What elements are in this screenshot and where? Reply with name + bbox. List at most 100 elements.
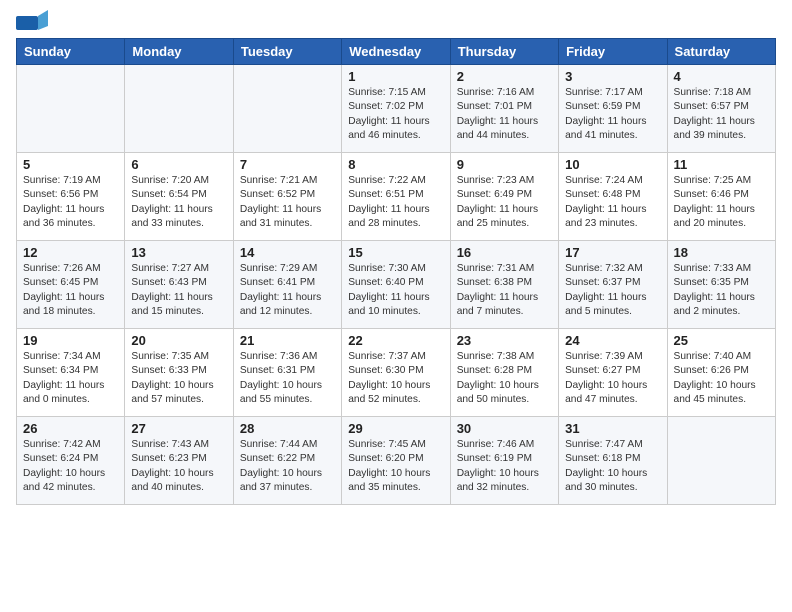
day-info: Sunrise: 7:19 AM Sunset: 6:56 PM Dayligh… xyxy=(23,174,118,231)
day-number: 6 xyxy=(131,157,226,172)
day-info: Sunrise: 7:38 AM Sunset: 6:28 PM Dayligh… xyxy=(457,350,552,407)
day-number: 11 xyxy=(674,157,769,172)
day-info: Sunrise: 7:42 AM Sunset: 6:24 PM Dayligh… xyxy=(23,438,118,495)
day-info: Sunrise: 7:29 AM Sunset: 6:41 PM Dayligh… xyxy=(240,262,335,319)
calendar-cell: 30Sunrise: 7:46 AM Sunset: 6:19 PM Dayli… xyxy=(450,417,558,505)
calendar-cell: 18 Sunrise: 7:33 AM Sunset: 6:35 PM Dayli… xyxy=(667,241,775,329)
calendar-cell: 31Sunrise: 7:47 AM Sunset: 6:18 PM Dayli… xyxy=(559,417,667,505)
day-number: 5 xyxy=(23,157,118,172)
day-number: 10 xyxy=(565,157,660,172)
day-number: 9 xyxy=(457,157,552,172)
day-number: 3 xyxy=(565,69,660,84)
calendar-cell: 12 Sunrise: 7:26 AM Sunset: 6:45 PM Dayli… xyxy=(17,241,125,329)
weekday-header-row: SundayMondayTuesdayWednesdayThursdayFrid… xyxy=(17,39,776,65)
day-number: 19 xyxy=(23,333,118,348)
day-number: 26 xyxy=(23,421,118,436)
weekday-header-monday: Monday xyxy=(125,39,233,65)
day-info: Sunrise: 7:39 AM Sunset: 6:27 PM Dayligh… xyxy=(565,350,660,407)
calendar-cell xyxy=(125,65,233,153)
calendar-cell: 3 Sunrise: 7:17 AM Sunset: 6:59 PM Daylig… xyxy=(559,65,667,153)
calendar-cell: 4Sunrise: 7:18 AM Sunset: 6:57 PM Daylig… xyxy=(667,65,775,153)
calendar-cell: 5 Sunrise: 7:19 AM Sunset: 6:56 PM Daylig… xyxy=(17,153,125,241)
week-row-0: 1 Sunrise: 7:15 AM Sunset: 7:02 PM Daylig… xyxy=(17,65,776,153)
calendar-cell: 26 Sunrise: 7:42 AM Sunset: 6:24 PM Dayli… xyxy=(17,417,125,505)
calendar-cell: 9 Sunrise: 7:23 AM Sunset: 6:49 PM Daylig… xyxy=(450,153,558,241)
calendar-cell: 16Sunrise: 7:31 AM Sunset: 6:38 PM Dayli… xyxy=(450,241,558,329)
calendar-cell: 14Sunrise: 7:29 AM Sunset: 6:41 PM Dayli… xyxy=(233,241,341,329)
day-number: 1 xyxy=(348,69,443,84)
day-number: 30 xyxy=(457,421,552,436)
day-info: Sunrise: 7:15 AM Sunset: 7:02 PM Dayligh… xyxy=(348,86,443,143)
week-row-4: 26 Sunrise: 7:42 AM Sunset: 6:24 PM Dayli… xyxy=(17,417,776,505)
day-info: Sunrise: 7:33 AM Sunset: 6:35 PM Dayligh… xyxy=(674,262,769,319)
day-info: Sunrise: 7:25 AM Sunset: 6:46 PM Dayligh… xyxy=(674,174,769,231)
day-info: Sunrise: 7:34 AM Sunset: 6:34 PM Dayligh… xyxy=(23,350,118,407)
calendar-cell: 21 Sunrise: 7:36 AM Sunset: 6:31 PM Dayli… xyxy=(233,329,341,417)
calendar-cell: 28 Sunrise: 7:44 AM Sunset: 6:22 PM Dayli… xyxy=(233,417,341,505)
header xyxy=(16,10,776,32)
day-info: Sunrise: 7:27 AM Sunset: 6:43 PM Dayligh… xyxy=(131,262,226,319)
day-info: Sunrise: 7:23 AM Sunset: 6:49 PM Dayligh… xyxy=(457,174,552,231)
day-info: Sunrise: 7:21 AM Sunset: 6:52 PM Dayligh… xyxy=(240,174,335,231)
day-number: 27 xyxy=(131,421,226,436)
day-number: 13 xyxy=(131,245,226,260)
day-info: Sunrise: 7:17 AM Sunset: 6:59 PM Dayligh… xyxy=(565,86,660,143)
calendar-cell: 29 Sunrise: 7:45 AM Sunset: 6:20 PM Dayli… xyxy=(342,417,450,505)
day-number: 23 xyxy=(457,333,552,348)
weekday-header-sunday: Sunday xyxy=(17,39,125,65)
calendar-cell: 17 Sunrise: 7:32 AM Sunset: 6:37 PM Dayli… xyxy=(559,241,667,329)
calendar-cell: 6 Sunrise: 7:20 AM Sunset: 6:54 PM Daylig… xyxy=(125,153,233,241)
day-info: Sunrise: 7:32 AM Sunset: 6:37 PM Dayligh… xyxy=(565,262,660,319)
day-info: Sunrise: 7:31 AM Sunset: 6:38 PM Dayligh… xyxy=(457,262,552,319)
calendar-cell: 27 Sunrise: 7:43 AM Sunset: 6:23 PM Dayli… xyxy=(125,417,233,505)
weekday-header-tuesday: Tuesday xyxy=(233,39,341,65)
calendar-cell: 11 Sunrise: 7:25 AM Sunset: 6:46 PM Dayli… xyxy=(667,153,775,241)
day-number: 22 xyxy=(348,333,443,348)
calendar-cell: 8 Sunrise: 7:22 AM Sunset: 6:51 PM Daylig… xyxy=(342,153,450,241)
week-row-2: 12 Sunrise: 7:26 AM Sunset: 6:45 PM Dayli… xyxy=(17,241,776,329)
day-number: 7 xyxy=(240,157,335,172)
day-info: Sunrise: 7:16 AM Sunset: 7:01 PM Dayligh… xyxy=(457,86,552,143)
calendar-cell: 13 Sunrise: 7:27 AM Sunset: 6:43 PM Dayli… xyxy=(125,241,233,329)
week-row-3: 19 Sunrise: 7:34 AM Sunset: 6:34 PM Dayli… xyxy=(17,329,776,417)
logo xyxy=(16,10,52,32)
day-number: 24 xyxy=(565,333,660,348)
day-number: 28 xyxy=(240,421,335,436)
day-number: 20 xyxy=(131,333,226,348)
day-info: Sunrise: 7:30 AM Sunset: 6:40 PM Dayligh… xyxy=(348,262,443,319)
calendar-cell: 20 Sunrise: 7:35 AM Sunset: 6:33 PM Dayli… xyxy=(125,329,233,417)
day-info: Sunrise: 7:40 AM Sunset: 6:26 PM Dayligh… xyxy=(674,350,769,407)
calendar-cell xyxy=(17,65,125,153)
day-info: Sunrise: 7:43 AM Sunset: 6:23 PM Dayligh… xyxy=(131,438,226,495)
day-info: Sunrise: 7:35 AM Sunset: 6:33 PM Dayligh… xyxy=(131,350,226,407)
calendar-cell xyxy=(667,417,775,505)
calendar-cell: 19 Sunrise: 7:34 AM Sunset: 6:34 PM Dayli… xyxy=(17,329,125,417)
day-number: 15 xyxy=(348,245,443,260)
calendar-cell: 15 Sunrise: 7:30 AM Sunset: 6:40 PM Dayli… xyxy=(342,241,450,329)
weekday-header-saturday: Saturday xyxy=(667,39,775,65)
day-info: Sunrise: 7:45 AM Sunset: 6:20 PM Dayligh… xyxy=(348,438,443,495)
calendar-cell: 24 Sunrise: 7:39 AM Sunset: 6:27 PM Dayli… xyxy=(559,329,667,417)
day-number: 17 xyxy=(565,245,660,260)
day-info: Sunrise: 7:24 AM Sunset: 6:48 PM Dayligh… xyxy=(565,174,660,231)
week-row-1: 5 Sunrise: 7:19 AM Sunset: 6:56 PM Daylig… xyxy=(17,153,776,241)
calendar-cell: 10 Sunrise: 7:24 AM Sunset: 6:48 PM Dayli… xyxy=(559,153,667,241)
day-info: Sunrise: 7:44 AM Sunset: 6:22 PM Dayligh… xyxy=(240,438,335,495)
day-info: Sunrise: 7:47 AM Sunset: 6:18 PM Dayligh… xyxy=(565,438,660,495)
calendar-cell: 22 Sunrise: 7:37 AM Sunset: 6:30 PM Dayli… xyxy=(342,329,450,417)
day-info: Sunrise: 7:37 AM Sunset: 6:30 PM Dayligh… xyxy=(348,350,443,407)
page: SundayMondayTuesdayWednesdayThursdayFrid… xyxy=(0,0,792,612)
day-number: 8 xyxy=(348,157,443,172)
calendar-cell: 23 Sunrise: 7:38 AM Sunset: 6:28 PM Dayli… xyxy=(450,329,558,417)
day-number: 21 xyxy=(240,333,335,348)
day-number: 12 xyxy=(23,245,118,260)
day-info: Sunrise: 7:20 AM Sunset: 6:54 PM Dayligh… xyxy=(131,174,226,231)
day-info: Sunrise: 7:26 AM Sunset: 6:45 PM Dayligh… xyxy=(23,262,118,319)
day-number: 4 xyxy=(674,69,769,84)
day-number: 18 xyxy=(674,245,769,260)
day-info: Sunrise: 7:22 AM Sunset: 6:51 PM Dayligh… xyxy=(348,174,443,231)
day-info: Sunrise: 7:36 AM Sunset: 6:31 PM Dayligh… xyxy=(240,350,335,407)
calendar-cell: 25Sunrise: 7:40 AM Sunset: 6:26 PM Dayli… xyxy=(667,329,775,417)
calendar: SundayMondayTuesdayWednesdayThursdayFrid… xyxy=(16,38,776,505)
day-number: 29 xyxy=(348,421,443,436)
